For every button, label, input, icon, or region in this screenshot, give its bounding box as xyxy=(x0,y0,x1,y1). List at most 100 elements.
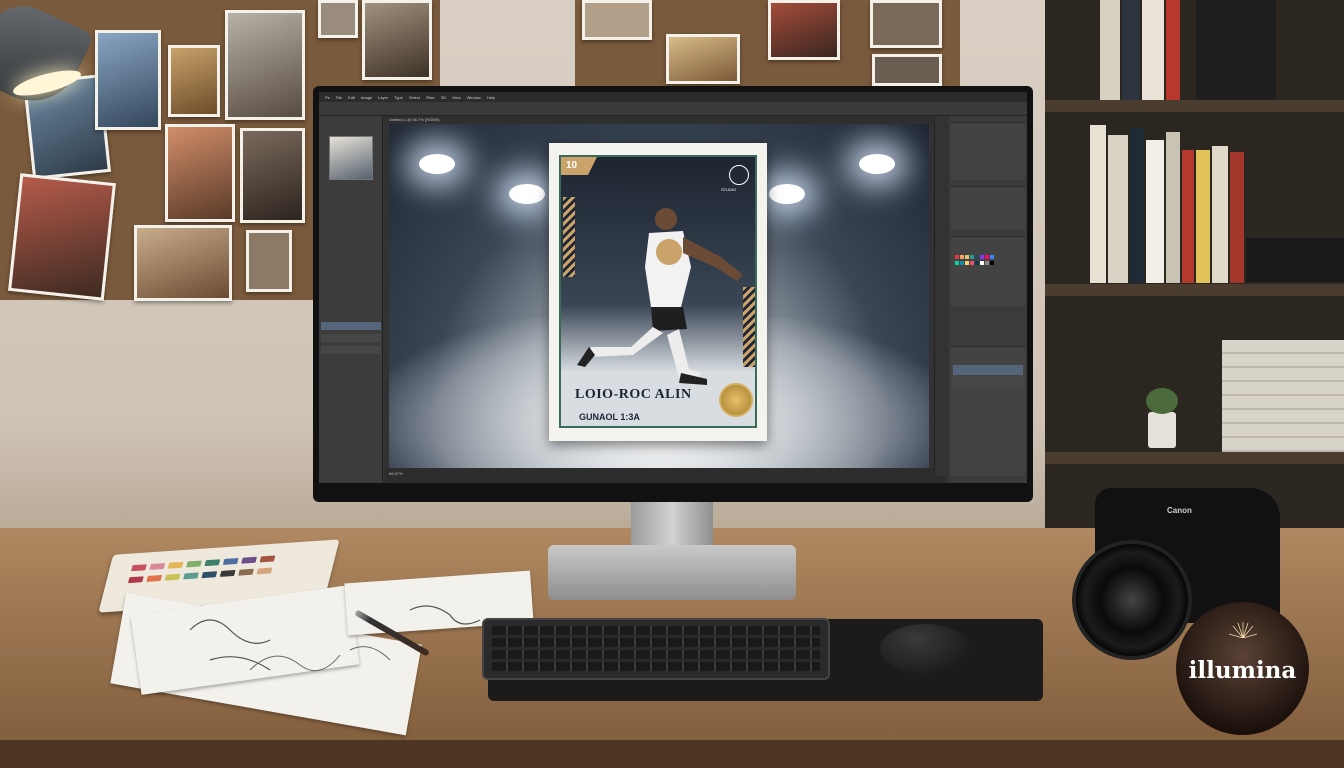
menu-item[interactable]: File xyxy=(336,95,342,100)
document-tab[interactable]: Untitled-1 @ 66.7% (RGB/8) xyxy=(385,116,945,124)
paint-swatch xyxy=(222,557,239,565)
menu-item[interactable]: View xyxy=(452,95,461,100)
swatch[interactable] xyxy=(985,261,989,265)
sun-rays-icon xyxy=(1229,622,1257,638)
pinned-photo xyxy=(870,0,942,48)
pinned-photo xyxy=(95,30,161,130)
paint-swatch xyxy=(201,571,218,579)
paint-swatch xyxy=(241,556,257,564)
swatch[interactable] xyxy=(990,255,994,259)
swatch[interactable] xyxy=(955,261,959,265)
key-row xyxy=(492,626,820,635)
pinned-photo xyxy=(872,54,942,86)
swatch[interactable] xyxy=(980,255,984,259)
keyboard[interactable] xyxy=(482,618,830,680)
plant-pot xyxy=(1148,412,1176,448)
thumbnail[interactable] xyxy=(329,136,373,180)
card-badge: 10 xyxy=(561,157,597,175)
swatch[interactable] xyxy=(965,261,969,265)
swatch[interactable] xyxy=(960,255,964,259)
stadium-light xyxy=(769,184,805,204)
menu-item[interactable]: Image xyxy=(361,95,372,100)
swatch[interactable] xyxy=(965,255,969,259)
book xyxy=(1090,125,1106,283)
paint-swatch xyxy=(259,555,276,563)
book xyxy=(1166,132,1180,283)
layer-row[interactable] xyxy=(321,346,381,354)
pinned-photo xyxy=(168,45,220,117)
key-row xyxy=(492,638,820,647)
stadium-light xyxy=(859,154,895,174)
camera-lens xyxy=(1072,540,1192,660)
design-canvas[interactable]: 10 STUDIO LOIO-ROC ALIN GUNAOL 1:3A xyxy=(389,124,929,468)
paint-swatch xyxy=(186,560,202,568)
pinned-photo xyxy=(246,230,292,292)
card-logo-text: STUDIO xyxy=(721,187,737,192)
app-menubar: Ps File Edit Image Layer Type Select Fil… xyxy=(319,92,1027,102)
card-subtitle: GUNAOL 1:3A xyxy=(579,412,640,422)
pinned-photo xyxy=(165,124,235,222)
plant xyxy=(1146,388,1178,414)
watermark-text: illumina xyxy=(1188,657,1297,684)
monitor-screen: Ps File Edit Image Layer Type Select Fil… xyxy=(319,92,1027,483)
menu-item[interactable]: 3D xyxy=(441,95,446,100)
pinned-photo xyxy=(240,128,305,223)
pinned-photo xyxy=(582,0,652,40)
menu-item[interactable]: Select xyxy=(409,95,420,100)
book-stack xyxy=(1222,340,1344,452)
book xyxy=(1246,238,1344,282)
scene: Ps File Edit Image Layer Type Select Fil… xyxy=(0,0,1344,768)
pinned-photo xyxy=(768,0,840,60)
paint-swatch xyxy=(149,563,166,570)
book xyxy=(1146,140,1164,283)
paint-swatch xyxy=(146,574,163,582)
book xyxy=(1196,150,1210,283)
swatch[interactable] xyxy=(960,261,964,265)
options-bar xyxy=(319,102,1027,116)
stadium-light xyxy=(419,154,455,174)
layer-row[interactable] xyxy=(321,334,381,342)
swatch[interactable] xyxy=(985,255,989,259)
status-bar: 66.67% xyxy=(385,468,945,483)
gold-seal-icon xyxy=(719,383,753,417)
layer-row[interactable] xyxy=(953,365,1023,375)
shelf-board xyxy=(1045,100,1344,112)
menu-item[interactable]: Filter xyxy=(426,95,435,100)
book xyxy=(1108,135,1128,283)
book xyxy=(1130,128,1144,283)
swatch[interactable] xyxy=(990,261,994,265)
key-row xyxy=(492,650,820,659)
paint-swatch xyxy=(127,576,144,584)
paint-swatch xyxy=(204,559,221,567)
trading-card[interactable]: 10 STUDIO LOIO-ROC ALIN GUNAOL 1:3A xyxy=(549,143,767,441)
right-panel xyxy=(949,116,1027,483)
swatch[interactable] xyxy=(975,255,979,259)
paint-swatch xyxy=(219,569,236,577)
swatch[interactable] xyxy=(955,255,959,259)
swatch[interactable] xyxy=(970,261,974,265)
layer-row[interactable] xyxy=(953,377,1023,387)
paint-swatch xyxy=(130,564,147,572)
book xyxy=(1196,0,1276,100)
swatch[interactable] xyxy=(975,261,979,265)
book xyxy=(1212,146,1228,283)
layer-row[interactable] xyxy=(321,322,381,330)
monitor-stand-base xyxy=(548,545,796,600)
properties-panel xyxy=(951,122,1025,180)
desk-edge xyxy=(0,740,1344,768)
menu-item[interactable]: Edit xyxy=(348,95,355,100)
menu-item[interactable]: Layer xyxy=(378,95,388,100)
paint-swatch xyxy=(164,573,181,581)
menu-item[interactable]: Ps xyxy=(325,95,330,100)
paint-swatch xyxy=(238,568,254,576)
swatch[interactable] xyxy=(970,255,974,259)
sketch-drawing xyxy=(189,605,481,672)
book xyxy=(1230,152,1244,283)
mouse[interactable] xyxy=(880,624,970,674)
menu-item[interactable]: Window xyxy=(467,95,481,100)
menu-item[interactable]: Help xyxy=(487,95,495,100)
menu-item[interactable]: Type xyxy=(394,95,403,100)
book xyxy=(1166,0,1180,100)
swatch[interactable] xyxy=(980,261,984,265)
athlete-figure xyxy=(577,208,743,385)
